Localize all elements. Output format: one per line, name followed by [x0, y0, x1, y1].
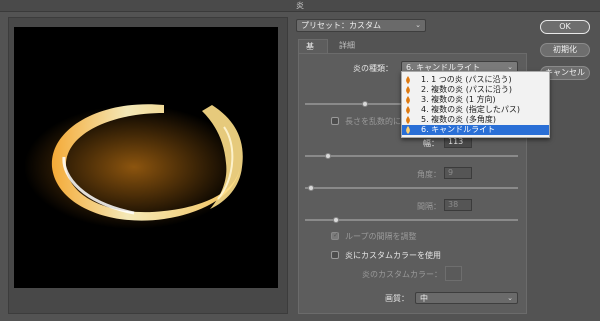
- flame-icon: [406, 126, 410, 134]
- checkmark-icon: ✓: [333, 231, 339, 239]
- angle-input[interactable]: 9: [444, 167, 472, 179]
- flame-icon: [406, 106, 410, 114]
- interval-input[interactable]: 38: [444, 199, 472, 211]
- flame-type-option-selected[interactable]: 6. キャンドルライト: [402, 125, 549, 135]
- window-title: 炎: [0, 0, 600, 12]
- flame-type-option[interactable]: 4. 複数の炎 (指定したパス): [402, 105, 549, 115]
- tab-bar: 基本 詳細: [298, 39, 527, 65]
- flame-icon: [406, 76, 410, 84]
- flame-type-dropdown: 1. 1 つの炎 (パスに沿う) 2. 複数の炎 (パスに沿う) 3. 複数の炎…: [401, 71, 550, 138]
- interval-slider-thumb[interactable]: [333, 217, 339, 223]
- width-label: 幅：: [423, 139, 439, 148]
- preset-select[interactable]: プリセット：カスタム ⌄: [296, 19, 426, 32]
- flame-type-option[interactable]: 1. 1 つの炎 (パスに沿う): [402, 75, 549, 85]
- flame-type-option-label: 1. 1 つの炎 (パスに沿う): [421, 75, 512, 84]
- interval-label: 間隔：: [417, 202, 441, 211]
- custom-color-label: 炎にカスタムカラーを使用: [345, 251, 441, 260]
- custom-color-checkbox[interactable]: [331, 251, 339, 259]
- flame-icon: [406, 116, 410, 124]
- flame-preview: [14, 27, 278, 288]
- randomize-length-checkbox[interactable]: [331, 117, 339, 125]
- quality-select[interactable]: 中 ⌄: [415, 292, 518, 304]
- flame-type-label: 炎の種類：: [353, 64, 393, 73]
- flame-type-option[interactable]: 5. 複数の炎 (多角度): [402, 115, 549, 125]
- reset-button[interactable]: 初期化: [540, 43, 590, 57]
- flame-icon: [406, 86, 410, 94]
- width-slider-track[interactable]: [305, 155, 518, 157]
- adjust-loop-checkbox[interactable]: ✓: [331, 231, 339, 240]
- ok-button[interactable]: OK: [540, 20, 590, 34]
- angle-slider-thumb[interactable]: [308, 185, 314, 191]
- adjust-loop-label: ループの間隔を調整: [345, 232, 417, 241]
- chevron-down-icon: ⌄: [415, 21, 421, 29]
- flame-type-option-label: 2. 複数の炎 (パスに沿う): [421, 85, 512, 94]
- tab-basic[interactable]: 基本: [298, 39, 328, 65]
- chevron-down-icon: ⌄: [507, 294, 513, 302]
- flame-color-label: 炎のカスタムカラー：: [362, 270, 442, 279]
- preset-label: プリセット：カスタム: [301, 21, 381, 30]
- flame-icon: [406, 96, 410, 104]
- flame-type-option[interactable]: 2. 複数の炎 (パスに沿う): [402, 85, 549, 95]
- quality-label: 画質：: [385, 294, 409, 303]
- quality-value: 中: [420, 294, 428, 303]
- tab-advanced[interactable]: 詳細: [332, 39, 362, 53]
- angle-label: 角度：: [417, 170, 441, 179]
- flame-type-option-label: 5. 複数の炎 (多角度): [421, 115, 496, 124]
- flame-type-option-label: 4. 複数の炎 (指定したパス): [421, 105, 520, 114]
- flame-type-option-label: 3. 複数の炎 (1 方向): [421, 95, 496, 104]
- flame-type-option[interactable]: 3. 複数の炎 (1 方向): [402, 95, 549, 105]
- flame-type-option-label: 6. キャンドルライト: [421, 125, 496, 134]
- randomize-length-label: 長さを乱数的に: [345, 117, 401, 126]
- angle-slider-track[interactable]: [305, 187, 518, 189]
- flame-color-swatch[interactable]: [445, 266, 462, 281]
- width-slider-thumb[interactable]: [325, 153, 331, 159]
- flame-preview-image: [24, 104, 244, 229]
- length-slider-thumb[interactable]: [362, 101, 368, 107]
